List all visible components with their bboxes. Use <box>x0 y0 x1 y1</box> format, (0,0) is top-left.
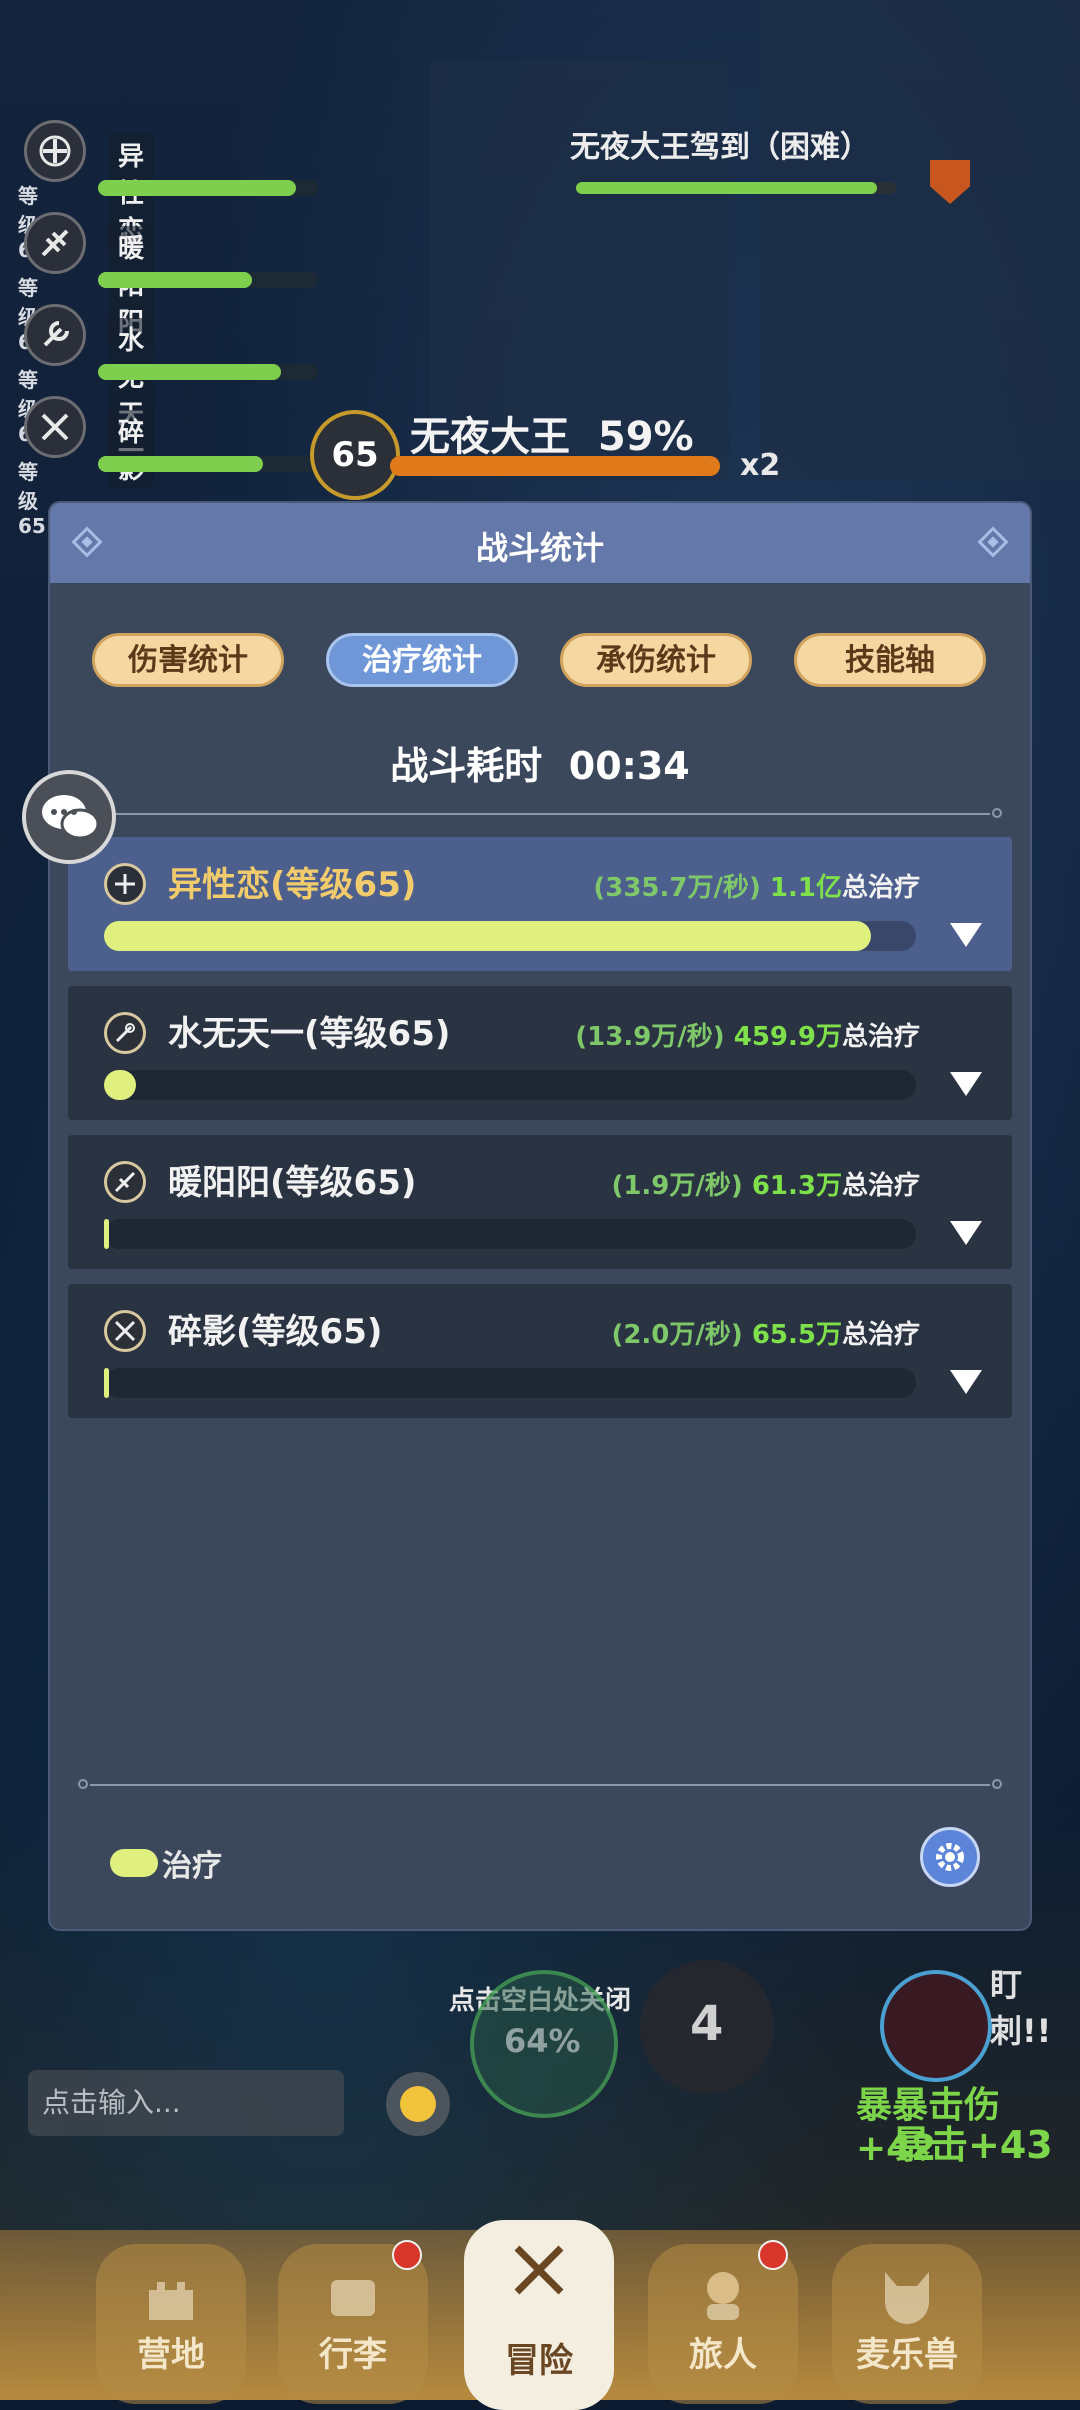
boss-percent: 59% <box>597 414 694 460</box>
swords-icon <box>104 1310 146 1352</box>
nav-luggage[interactable]: 行李 <box>278 2240 428 2404</box>
tab-healing[interactable]: 治疗统计 <box>326 633 518 687</box>
boss-name: 无夜大王 59% <box>410 414 694 460</box>
nav-traveler[interactable]: 旅人 <box>648 2240 798 2404</box>
row-stats: (1.9万/秒) 61.3万总治疗 <box>611 1171 920 1201</box>
notification-dot <box>758 2240 788 2270</box>
boss-multiplier: x2 <box>740 448 781 483</box>
combat-tag: 盯刺!! <box>990 1966 1052 2050</box>
healing-row[interactable]: 异性恋(等级65) (335.7万/秒) 1.1亿总治疗 <box>68 837 1012 971</box>
combat-text: 暴击+43 <box>892 2123 1053 2167</box>
expand-triangle-icon[interactable] <box>950 923 982 947</box>
plane-icon <box>104 1161 146 1203</box>
legend-label: 治疗 <box>162 1849 222 1884</box>
cross-icon <box>24 120 86 182</box>
cross-icon <box>104 863 146 905</box>
battle-duration: 战斗耗时 00:34 <box>50 735 1030 790</box>
expand-triangle-icon[interactable] <box>950 1221 982 1245</box>
row-heal-bar <box>104 1368 916 1398</box>
ally-portrait <box>880 1970 992 2082</box>
divider <box>78 1779 1002 1789</box>
dialog-header: 战斗统计 <box>50 503 1030 583</box>
party-member-hp-bar <box>98 456 318 472</box>
nav-beast[interactable]: 麦乐兽 <box>832 2244 982 2404</box>
battle-stats-dialog: 战斗统计 伤害统计 治疗统计 承伤统计 技能轴 战斗耗时 00:34 异性恋(等… <box>50 503 1030 1929</box>
row-player-name: 异性恋(等级65) <box>168 865 417 905</box>
nav-camp[interactable]: 营地 <box>96 2244 246 2404</box>
chat-bubble-icon[interactable] <box>22 770 116 864</box>
battle-duration-label: 战斗耗时 <box>390 744 543 788</box>
expand-triangle-icon[interactable] <box>950 1072 982 1096</box>
party-member-hp-bar <box>98 272 318 288</box>
plane-icon <box>24 212 86 274</box>
swords-icon <box>24 396 86 458</box>
wrench-icon <box>24 304 86 366</box>
healing-row[interactable]: 水无天一(等级65) (13.9万/秒) 459.9万总治疗 <box>68 986 1012 1120</box>
castle-icon <box>141 2264 201 2324</box>
row-player-name: 暖阳阳(等级65) <box>168 1163 417 1203</box>
party-member-hp-bar <box>98 180 318 196</box>
chat-input[interactable]: 点击输入... <box>28 2070 344 2136</box>
chest-icon <box>323 2264 383 2324</box>
row-heal-bar <box>104 1070 916 1100</box>
party-member-hp-bar <box>98 364 318 380</box>
legend-swatch <box>110 1849 158 1877</box>
boss-level-badge: 65 <box>310 410 400 500</box>
row-heal-bar <box>104 921 916 951</box>
healing-row[interactable]: 暖阳阳(等级65) (1.9万/秒) 61.3万总治疗 <box>68 1135 1012 1269</box>
crossed-swords-icon <box>509 2240 569 2300</box>
wrench-icon <box>104 1012 146 1054</box>
tab-damage-taken[interactable]: 承伤统计 <box>560 633 752 687</box>
emoji-icon[interactable] <box>386 2072 450 2136</box>
battle-duration-value: 00:34 <box>568 744 690 788</box>
divider <box>98 808 1002 818</box>
row-heal-bar <box>104 1219 916 1249</box>
legend: 治疗 <box>110 1841 222 1885</box>
healing-row[interactable]: 碎影(等级65) (2.0万/秒) 65.5万总治疗 <box>68 1284 1012 1418</box>
row-stats: (2.0万/秒) 65.5万总治疗 <box>611 1320 920 1350</box>
skill-button[interactable]: 64% <box>470 1970 618 2118</box>
boss-challenge-bar <box>576 182 896 194</box>
skill-button[interactable]: 4 <box>640 1960 774 2094</box>
stats-tabs: 伤害统计 治疗统计 承伤统计 技能轴 <box>92 633 988 687</box>
party-member-name: 碎影 <box>108 410 155 488</box>
boss-challenge-title: 无夜大王驾到（困难） <box>570 130 870 165</box>
traveler-icon <box>693 2264 753 2324</box>
row-stats: (335.7万/秒) 1.1亿总治疗 <box>593 873 920 903</box>
gear-icon[interactable] <box>920 1827 980 1887</box>
tab-damage[interactable]: 伤害统计 <box>92 633 284 687</box>
tab-skill-timeline[interactable]: 技能轴 <box>794 633 986 687</box>
beast-icon <box>877 2264 937 2324</box>
dialog-title: 战斗统计 <box>475 529 604 567</box>
bottom-nav: 营地 行李 冒险 旅人 麦乐兽 <box>0 2220 1080 2410</box>
boss-hp-bar <box>390 456 720 476</box>
party-member-level: 等级65 <box>18 460 46 538</box>
expand-triangle-icon[interactable] <box>950 1370 982 1394</box>
row-stats: (13.9万/秒) 459.9万总治疗 <box>575 1022 920 1052</box>
row-player-name: 碎影(等级65) <box>168 1312 383 1352</box>
notification-dot <box>392 2240 422 2270</box>
nav-adventure[interactable]: 冒险 <box>464 2220 614 2410</box>
row-player-name: 水无天一(等级65) <box>168 1014 451 1054</box>
